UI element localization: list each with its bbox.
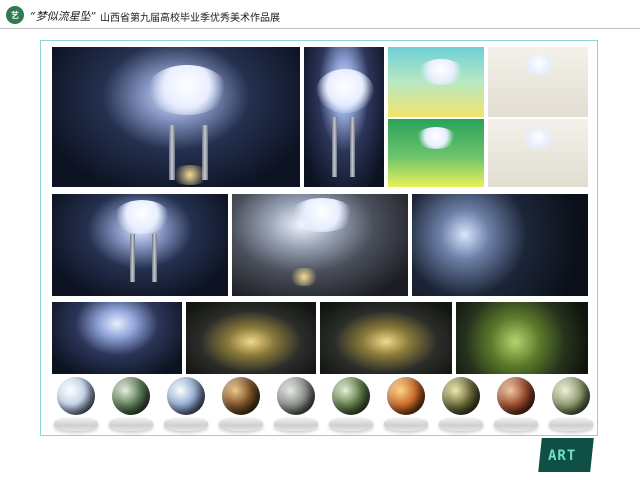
art-sticker-text: ART xyxy=(548,448,577,464)
poster-top xyxy=(388,47,484,117)
sphere-item xyxy=(107,377,155,433)
cloud-illustration xyxy=(418,59,464,85)
pedestal xyxy=(164,417,208,431)
pillar xyxy=(130,234,135,282)
pillar xyxy=(350,117,355,177)
sphere-item xyxy=(272,377,320,433)
glass-sphere xyxy=(332,377,370,415)
logo-text: 艺 xyxy=(11,10,19,20)
pillar xyxy=(332,117,337,177)
pedestal xyxy=(329,417,373,431)
cloud-illustration xyxy=(416,127,456,149)
photo-detail-3 xyxy=(320,302,452,374)
sphere-item xyxy=(162,377,210,433)
pedestal xyxy=(109,417,153,431)
photo-detail-2 xyxy=(186,302,316,374)
glass-sphere xyxy=(112,377,150,415)
sphere-item xyxy=(382,377,430,433)
photo-installation-side xyxy=(304,47,384,187)
sphere-item xyxy=(52,377,100,433)
sphere-item xyxy=(327,377,375,433)
sphere-row xyxy=(52,377,595,433)
sphere-item xyxy=(492,377,540,433)
glass-sphere xyxy=(497,377,535,415)
photo-installation-main xyxy=(52,47,300,187)
cloud-render xyxy=(520,55,558,75)
pedestal xyxy=(219,417,263,431)
cloud-sculpture xyxy=(147,65,227,115)
glass-sphere xyxy=(222,377,260,415)
sphere-item xyxy=(547,377,595,433)
script-title: “梦似流星坠” xyxy=(30,10,97,23)
floor-light xyxy=(170,165,210,185)
glass-sphere xyxy=(167,377,205,415)
header: 艺 “梦似流星坠” 山西省第九届高校毕业季优秀美术作品展 xyxy=(0,0,640,36)
pedestal xyxy=(494,417,538,431)
render-gallery-bottom xyxy=(488,119,588,187)
cloud-sculpture xyxy=(114,200,170,234)
render-gallery-top xyxy=(488,47,588,117)
sphere-item xyxy=(217,377,265,433)
poster-bottom xyxy=(388,119,484,187)
logo-badge: 艺 xyxy=(6,6,24,24)
glass-sphere xyxy=(442,377,480,415)
photo-installation-gallery xyxy=(232,194,408,296)
photo-installation-room xyxy=(52,194,228,296)
floor-light xyxy=(288,268,320,286)
glass-sphere xyxy=(57,377,95,415)
pedestal xyxy=(274,417,318,431)
sphere-item xyxy=(437,377,485,433)
glass-sphere xyxy=(387,377,425,415)
photo-spheres-closeup xyxy=(412,194,588,296)
glass-sphere xyxy=(552,377,590,415)
header-divider xyxy=(0,28,640,29)
photo-detail-1 xyxy=(52,302,182,374)
cloud-render xyxy=(520,129,556,149)
pedestal xyxy=(439,417,483,431)
photo-detail-4 xyxy=(456,302,588,374)
pillar xyxy=(152,234,157,282)
glass-sphere xyxy=(277,377,315,415)
pedestal xyxy=(384,417,428,431)
pedestal xyxy=(54,417,98,431)
cloud-sculpture xyxy=(290,198,354,232)
cloud-sculpture xyxy=(316,69,374,113)
page-title: 山西省第九届高校毕业季优秀美术作品展 xyxy=(100,13,280,24)
pedestal xyxy=(549,417,593,431)
